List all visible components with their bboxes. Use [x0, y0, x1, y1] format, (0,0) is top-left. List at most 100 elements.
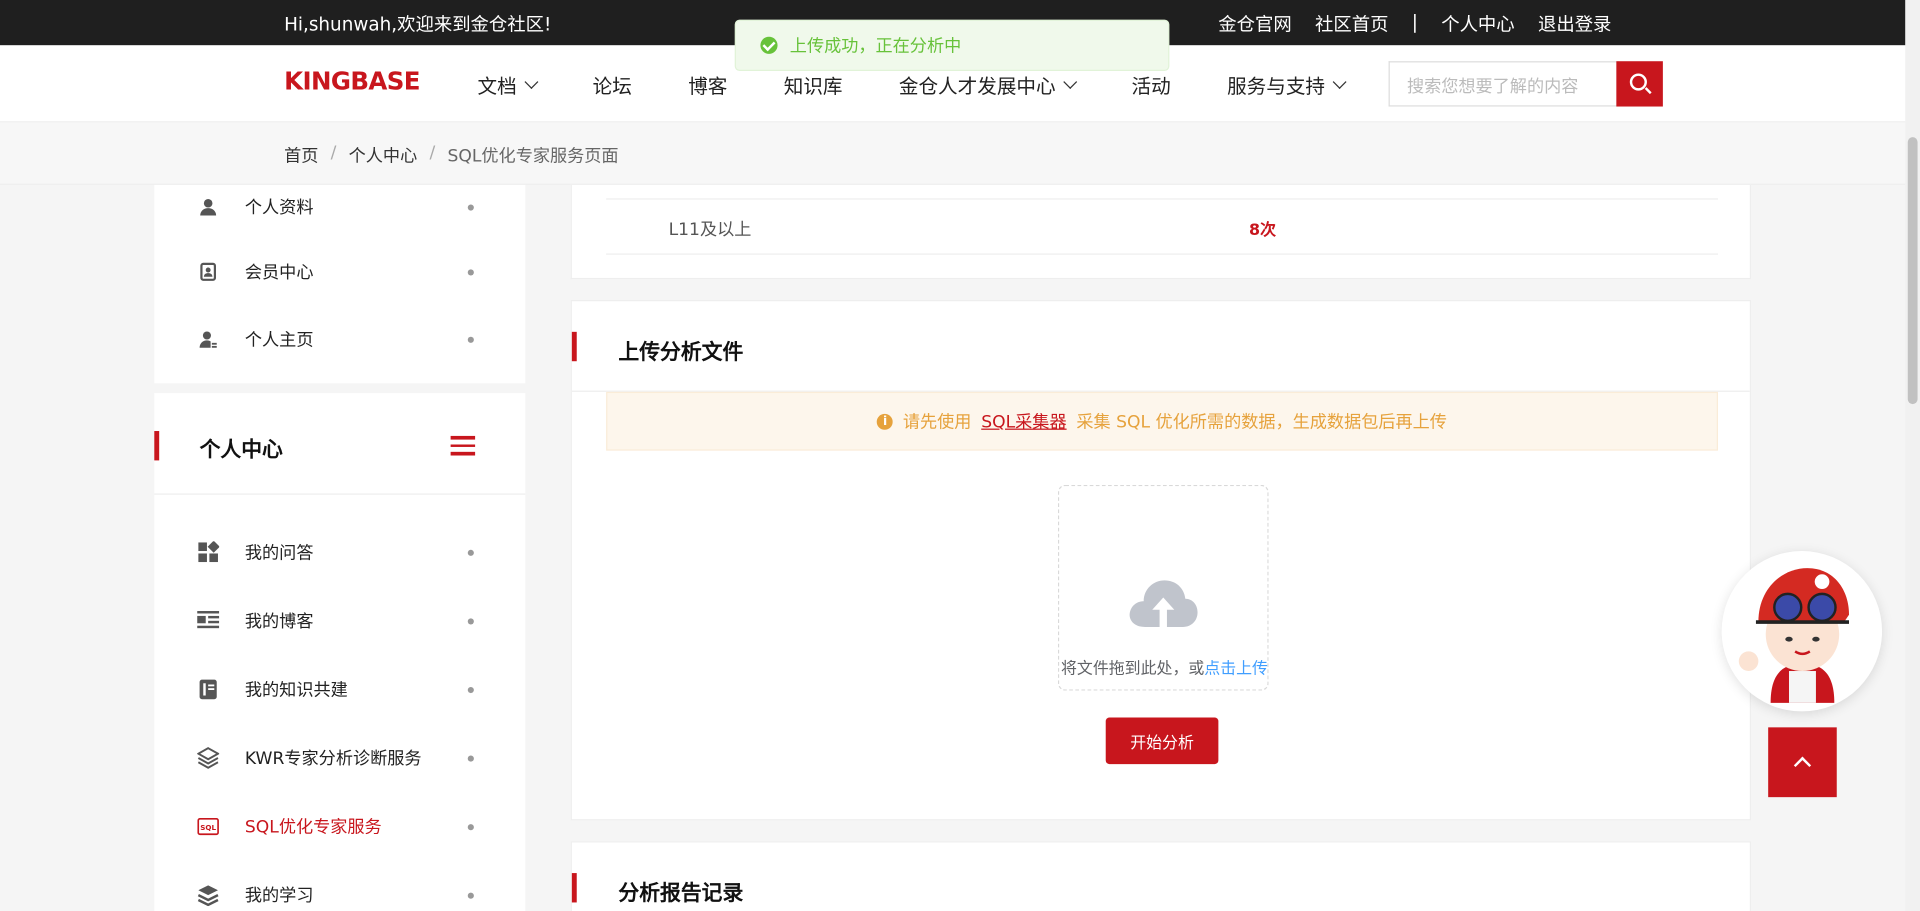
sidebar-header: 个人中心 — [154, 393, 526, 495]
sidebar-item-label: 个人资料 — [244, 198, 314, 218]
sidebar-item-profile[interactable]: 个人资料 — [154, 185, 525, 229]
breadcrumb-bar: 首页 / 个人中心 / SQL优化专家服务页面 — [0, 122, 1906, 185]
toast-message: 上传成功，正在分析中 — [789, 36, 962, 57]
breadcrumb-current: SQL优化专家服务页面 — [447, 146, 619, 167]
top-links: 金仓官网 社区首页 | 个人中心 退出登录 — [1218, 11, 1611, 37]
sidebar-item-label: 个人主页 — [244, 330, 314, 351]
sidebar-item-blog[interactable]: 我的博客 — [154, 599, 525, 643]
sidebar-item-learning[interactable]: 我的学习 — [154, 873, 525, 911]
nav-forum[interactable]: 论坛 — [593, 70, 632, 99]
page-scrollbar[interactable] — [1905, 0, 1920, 911]
sql-icon: SQL — [197, 816, 219, 838]
dropzone-text: 将文件拖到此处，或点击上传 — [1059, 655, 1270, 678]
sidebar-item-kwr[interactable]: KWR专家分析诊断服务 — [154, 736, 525, 780]
nav-forum-label: 论坛 — [592, 74, 632, 98]
nav-talent[interactable]: 金仓人才发展中心 — [898, 70, 1078, 99]
stack-icon — [197, 884, 219, 907]
nav-support-label: 服务与支持 — [1227, 74, 1326, 98]
nav-support[interactable]: 服务与支持 — [1227, 70, 1347, 99]
grid-icon — [197, 541, 220, 563]
sidebar-item-label: SQL优化专家服务 — [244, 817, 382, 838]
menu-icon[interactable] — [450, 435, 476, 455]
chevron-down-icon — [1332, 74, 1347, 89]
report-card: 分析报告记录 — [570, 841, 1752, 911]
nav-blog[interactable]: 博客 — [688, 70, 727, 99]
search-input[interactable]: 搜索您想要了解的内容 — [1388, 61, 1619, 107]
section-title: 上传分析文件 — [618, 340, 744, 365]
nav-events[interactable]: 活动 — [1132, 70, 1171, 99]
back-to-top-button[interactable] — [1768, 727, 1837, 798]
bullet-dot — [467, 686, 474, 693]
section-accent-bar — [571, 873, 577, 903]
logout-link[interactable]: 退出登录 — [1538, 11, 1611, 37]
notice-text-after: 采集 SQL 优化所需的数据，生成数据包后再上传 — [1076, 412, 1447, 433]
dropzone-hint: 将文件拖到此处，或 — [1061, 660, 1205, 679]
count-cell: 8次 — [1248, 221, 1276, 241]
svg-text:SQL: SQL — [200, 823, 216, 832]
kingbase-logo[interactable]: KINGBASE — [284, 66, 420, 95]
personal-center-link[interactable]: 个人中心 — [1441, 11, 1514, 37]
scrollbar-thumb[interactable] — [1907, 137, 1918, 405]
welcome-text: Hi,shunwah,欢迎来到金仓社区! — [284, 13, 552, 36]
bullet-dot — [467, 268, 474, 275]
chevron-up-icon — [1793, 756, 1812, 774]
bullet-dot — [467, 617, 474, 624]
start-analysis-button[interactable]: 开始分析 — [1105, 717, 1219, 765]
official-site-link[interactable]: 金仓官网 — [1218, 11, 1291, 37]
layers-icon — [197, 747, 220, 769]
notice-text-before: 请先使用 — [902, 412, 972, 433]
search-icon-handle — [1644, 87, 1652, 95]
quota-table-card: L11及以上 8次 — [570, 184, 1752, 280]
sql-collector-link[interactable]: SQL采集器 — [981, 409, 1066, 433]
section-header: 分析报告记录 — [571, 842, 1750, 911]
sidebar-item-membership[interactable]: 会员中心 — [154, 250, 525, 294]
sidebar-item-sql-optimization[interactable]: SQL SQL优化专家服务 — [154, 804, 525, 848]
sidebar-item-homepage[interactable]: 个人主页 — [154, 317, 525, 361]
check-circle-icon — [760, 36, 778, 54]
info-icon: i — [877, 413, 894, 430]
nav-docs-label: 文档 — [477, 74, 517, 98]
sidebar-item-qa[interactable]: 我的问答 — [154, 530, 525, 574]
warning-notice: i 请先使用 SQL采集器 采集 SQL 优化所需的数据，生成数据包后再上传 — [606, 391, 1718, 451]
breadcrumb-separator: / — [429, 143, 436, 163]
sidebar-item-label: 会员中心 — [244, 263, 314, 283]
divider: | — [1411, 11, 1418, 34]
table-row: L11及以上 8次 — [606, 198, 1718, 255]
sidebar-account-menu: 个人资料 会员中心 个人主页 — [154, 184, 526, 384]
section-accent-bar — [571, 331, 577, 362]
chevron-down-icon — [524, 74, 539, 89]
bullet-dot — [467, 549, 474, 556]
user-home-icon — [197, 328, 219, 350]
sidebar-item-label: 我的博客 — [244, 612, 314, 632]
bullet-dot — [467, 823, 474, 830]
user-icon — [197, 196, 219, 218]
breadcrumb-personal-center[interactable]: 个人中心 — [349, 143, 418, 167]
mascot-avatar[interactable] — [1721, 551, 1883, 712]
sidebar-item-label: KWR专家分析诊断服务 — [244, 749, 422, 769]
chevron-down-icon — [1063, 74, 1078, 89]
sidebar-personal-center: 个人中心 我的问答 我的博客 我的知识共建 KWR专家分析诊断服务 SQL SQ… — [154, 393, 526, 911]
article-icon — [197, 610, 220, 632]
breadcrumb: 首页 / 个人中心 / SQL优化专家服务页面 — [284, 143, 618, 167]
search-button[interactable] — [1616, 61, 1663, 107]
nav-knowledge[interactable]: 知识库 — [784, 70, 843, 99]
breadcrumb-home[interactable]: 首页 — [284, 143, 318, 167]
community-home-link[interactable]: 社区首页 — [1315, 11, 1388, 37]
cloud-upload-icon — [1129, 580, 1198, 627]
sidebar-item-label: 我的问答 — [244, 543, 314, 564]
nav-talent-label: 金仓人才发展中心 — [898, 74, 1056, 98]
nav-events-label: 活动 — [1131, 74, 1171, 98]
section-accent-bar — [154, 431, 160, 461]
section-title: 分析报告记录 — [618, 881, 744, 907]
sidebar-item-label: 我的学习 — [244, 886, 314, 907]
sidebar-item-knowledge[interactable]: 我的知识共建 — [154, 667, 525, 711]
file-dropzone[interactable]: 将文件拖到此处，或点击上传 — [1057, 484, 1270, 691]
sidebar-title: 个人中心 — [199, 438, 283, 463]
member-card-icon — [197, 261, 219, 283]
sidebar-item-label: 我的知识共建 — [244, 680, 348, 701]
nav-docs[interactable]: 文档 — [477, 70, 539, 99]
click-upload-link[interactable]: 点击上传 — [1204, 660, 1268, 678]
bullet-dot — [467, 336, 474, 343]
upload-card: 上传分析文件 i 请先使用 SQL采集器 采集 SQL 优化所需的数据，生成数据… — [570, 300, 1752, 821]
bullet-dot — [467, 892, 474, 899]
